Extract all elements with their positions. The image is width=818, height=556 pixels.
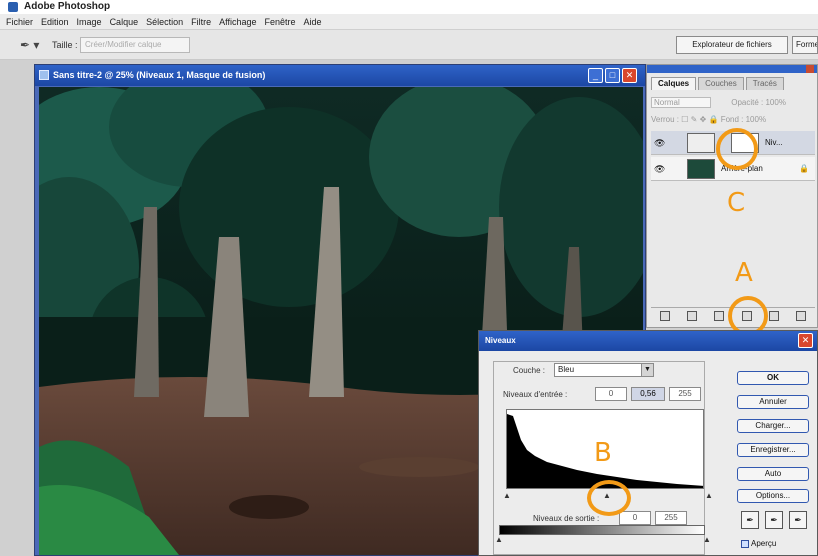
- preview-checkbox[interactable]: Aperçu: [741, 539, 776, 548]
- auto-button[interactable]: Auto: [737, 467, 809, 481]
- callout-c: C: [727, 188, 746, 218]
- output-white-slider[interactable]: ▲: [703, 535, 711, 544]
- highlight-ring-gamma: [587, 480, 631, 516]
- lock-label: Verrou :: [651, 115, 680, 124]
- lock-icon: 🔒: [799, 164, 809, 173]
- photoshop-icon: [8, 2, 18, 12]
- input-black-field[interactable]: 0: [595, 387, 627, 401]
- panel-tabs: Calques Couches Tracés: [651, 77, 784, 90]
- chevron-down-icon[interactable]: ▼: [641, 364, 653, 376]
- opacity-value[interactable]: 100%: [765, 98, 785, 107]
- fill-label: Fond :: [720, 115, 744, 124]
- menu-image[interactable]: Image: [77, 17, 102, 27]
- document-title: Sans titre-2 @ 25% (Niveaux 1, Masque de…: [53, 70, 266, 80]
- channel-select[interactable]: Bleu ▼: [554, 363, 654, 377]
- output-levels-label: Niveaux de sortie :: [533, 514, 600, 523]
- lock-icons[interactable]: ☐ ✎ ✥ 🔒: [681, 115, 720, 124]
- layer-style-icon[interactable]: [686, 310, 697, 321]
- maximize-button[interactable]: □: [605, 68, 620, 83]
- callout-a: A: [735, 258, 753, 288]
- menu-bar: Fichier Edition Image Calque Sélection F…: [0, 14, 818, 30]
- eye-icon[interactable]: 👁: [654, 164, 665, 175]
- output-black-field[interactable]: 0: [619, 511, 651, 525]
- load-button[interactable]: Charger...: [737, 419, 809, 433]
- input-levels-label: Niveaux d'entrée :: [503, 390, 568, 399]
- levels-titlebar[interactable]: Niveaux: [479, 331, 817, 351]
- app-titlebar: Adobe Photoshop: [0, 0, 818, 14]
- tool-size-label: Taille :: [52, 40, 78, 50]
- input-white-field[interactable]: 255: [669, 387, 701, 401]
- panel-close-icon[interactable]: [806, 65, 814, 73]
- document-titlebar[interactable]: Sans titre-2 @ 25% (Niveaux 1, Masque de…: [35, 65, 645, 86]
- output-white-field[interactable]: 255: [655, 511, 687, 525]
- document-icon: [39, 70, 49, 80]
- white-eyedropper-icon[interactable]: ✒: [789, 511, 807, 529]
- link-icon[interactable]: [659, 310, 670, 321]
- close-button[interactable]: ✕: [622, 68, 637, 83]
- input-gamma-field[interactable]: 0,56: [631, 387, 665, 401]
- close-button[interactable]: ✕: [798, 333, 813, 348]
- new-layer-icon[interactable]: [768, 310, 779, 321]
- black-point-slider[interactable]: ▲: [503, 491, 511, 500]
- menu-aide[interactable]: Aide: [304, 17, 322, 27]
- highlight-ring-mask: [716, 128, 758, 170]
- white-point-slider[interactable]: ▲: [705, 491, 713, 500]
- options-button[interactable]: Options...: [737, 489, 809, 503]
- menu-fenetre[interactable]: Fenêtre: [265, 17, 296, 27]
- trash-icon[interactable]: [796, 310, 807, 321]
- tool-option-field[interactable]: Créer/Modifier calque: [80, 37, 190, 53]
- tab-traces[interactable]: Tracés: [745, 77, 784, 90]
- menu-edition[interactable]: Edition: [41, 17, 69, 27]
- fill-value[interactable]: 100%: [746, 115, 766, 124]
- blend-mode-row: Normal Opacité : 100%: [651, 97, 786, 109]
- shape-palette-button[interactable]: Forme: [792, 36, 818, 54]
- app-title: Adobe Photoshop: [24, 1, 111, 12]
- output-black-slider[interactable]: ▲: [495, 535, 503, 544]
- opacity-label: Opacité :: [731, 98, 764, 107]
- levels-dialog: Niveaux ✕ Couche : Bleu ▼ Niveaux d'entr…: [478, 330, 818, 556]
- options-bar: ✒ ▾ Taille : Créer/Modifier calque Explo…: [0, 30, 818, 60]
- ok-button[interactable]: OK: [737, 371, 809, 385]
- menu-filtre[interactable]: Filtre: [191, 17, 211, 27]
- tab-couches[interactable]: Couches: [698, 77, 744, 90]
- channel-value: Bleu: [558, 365, 575, 374]
- panel-titlebar[interactable]: [647, 65, 817, 73]
- menu-fichier[interactable]: Fichier: [6, 17, 33, 27]
- callout-b: B: [594, 438, 612, 468]
- black-eyedropper-icon[interactable]: ✒: [741, 511, 759, 529]
- menu-affichage[interactable]: Affichage: [219, 17, 256, 27]
- preview-label: Aperçu: [751, 539, 777, 548]
- levels-adjustment-icon: [687, 133, 715, 153]
- eyedropper-tool-icon[interactable]: ✒ ▾: [20, 38, 39, 52]
- mask-icon[interactable]: [714, 310, 725, 321]
- layer-name: Niv...: [765, 138, 783, 147]
- gray-eyedropper-icon[interactable]: ✒: [765, 511, 783, 529]
- checkbox-icon: [741, 539, 749, 548]
- tab-calques[interactable]: Calques: [651, 77, 697, 90]
- channel-label: Couche :: [513, 366, 546, 375]
- output-gradient-bar: [499, 525, 705, 535]
- eye-icon[interactable]: 👁: [654, 138, 665, 149]
- file-browser-button[interactable]: Explorateur de fichiers: [676, 36, 788, 54]
- minimize-button[interactable]: _: [588, 68, 603, 83]
- layer-thumbnail: [687, 159, 715, 179]
- menu-selection[interactable]: Sélection: [146, 17, 183, 27]
- menu-calque[interactable]: Calque: [110, 17, 139, 27]
- save-button[interactable]: Enregistrer...: [737, 443, 809, 457]
- blend-mode-select[interactable]: Normal: [651, 97, 711, 108]
- lock-row: Verrou : ☐ ✎ ✥ 🔒 Fond : 100%: [651, 115, 766, 127]
- cancel-button[interactable]: Annuler: [737, 395, 809, 409]
